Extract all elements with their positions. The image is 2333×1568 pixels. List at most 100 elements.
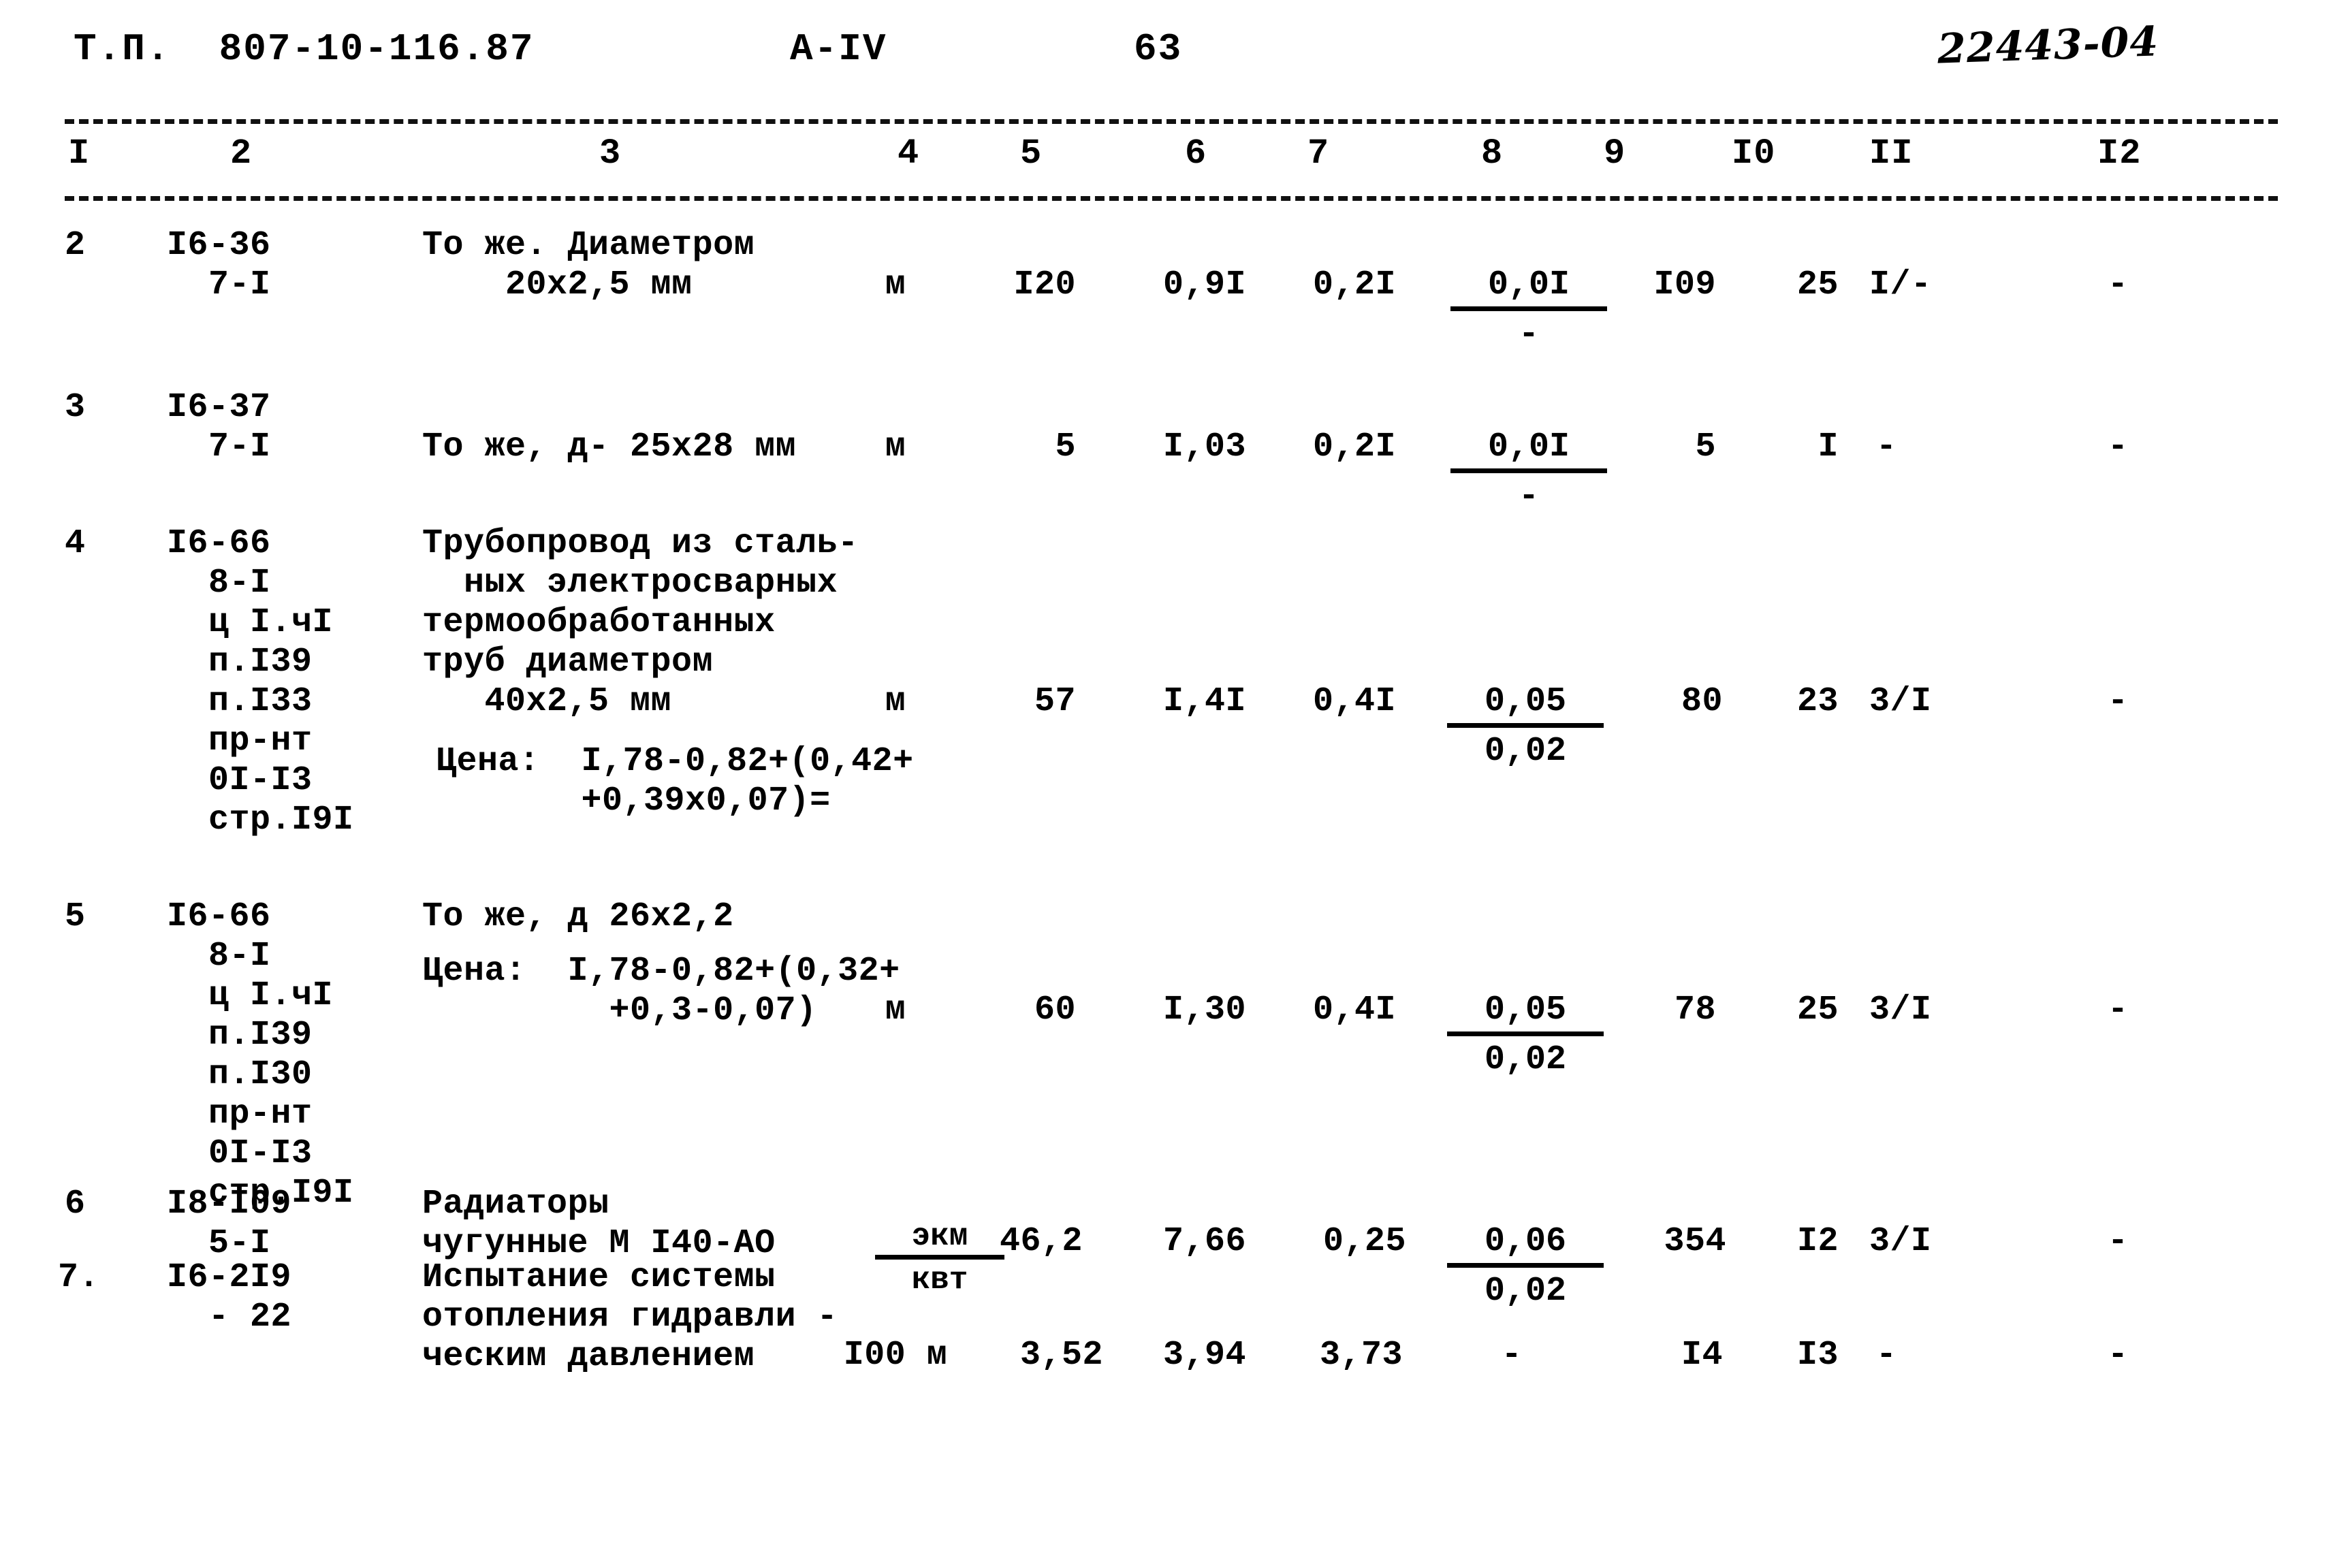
col8-denominator: 0,02 <box>1484 732 1567 771</box>
col9-value: I4 <box>1681 1336 1723 1375</box>
col11-value: 3/I <box>1869 991 1932 1029</box>
norm-code: I6-66 8-I ц I.чI п.I39 п.I33 пр-нт 0I-I3… <box>167 524 354 839</box>
col8-numerator: 0,05 <box>1447 682 1604 728</box>
column-number-10: I0 <box>1732 133 1776 174</box>
col9-value: 354 <box>1664 1222 1726 1261</box>
work-description: То же. Диаметром 20х2,5 мм <box>422 226 755 304</box>
quantity-value: 5 <box>1055 428 1076 466</box>
col12-value: - <box>2108 991 2129 1029</box>
col10-value: 25 <box>1796 991 1839 1029</box>
col7-value: 0,4I <box>1312 682 1396 721</box>
col8-value: - <box>1501 1336 1523 1375</box>
col7-value: 0,4I <box>1312 991 1396 1029</box>
col11-value: - <box>1876 1336 1897 1375</box>
col12-value: - <box>2108 266 2129 304</box>
column-number-8: 8 <box>1481 133 1504 174</box>
col8-fraction: 0,05 0,02 <box>1447 682 1604 771</box>
document-page: Т.П. 807-10-116.87 А-IV 63 22443-04 I 2 … <box>0 0 2333 1568</box>
column-number-11: II <box>1869 133 1914 174</box>
column-number-3: 3 <box>599 133 622 174</box>
quantity-value: 3,52 <box>1019 1336 1103 1375</box>
column-number-6: 6 <box>1185 133 1207 174</box>
work-description: Испытание системы отопления гидравли - ч… <box>422 1258 838 1376</box>
col12-value: - <box>2108 428 2129 466</box>
row-number: 5 <box>65 897 86 936</box>
col8-fraction: 0,0I - <box>1450 428 1607 517</box>
col10-value: 25 <box>1796 266 1839 304</box>
document-part: А-IV <box>790 27 887 71</box>
quantity-value: I20 <box>1013 266 1076 304</box>
col9-value: 5 <box>1695 428 1716 466</box>
col8-denominator: 0,02 <box>1484 1272 1567 1311</box>
row-number: 2 <box>65 226 86 265</box>
col11-value: - <box>1876 428 1897 466</box>
col7-value: 3,73 <box>1319 1336 1403 1375</box>
table-top-rule <box>65 119 2278 124</box>
col12-value: - <box>2108 682 2129 721</box>
table-header-rule <box>65 196 2278 201</box>
norm-code: I6-37 7-I <box>167 388 271 466</box>
col7-value: 0,2I <box>1312 428 1396 466</box>
archive-stamp: 22443-04 <box>1936 18 2160 74</box>
column-number-7: 7 <box>1307 133 1330 174</box>
page-number: 63 <box>1134 27 1183 71</box>
col8-denominator: - <box>1518 315 1539 354</box>
work-description: Радиаторы чугунные М I40-АО <box>422 1185 776 1263</box>
column-number-12: I2 <box>2097 133 2142 174</box>
col8-numerator: 0,05 <box>1447 991 1604 1036</box>
document-code: Т.П. 807-10-116.87 <box>74 27 535 71</box>
unit-of-measure: м <box>885 991 906 1029</box>
unit-of-measure: м <box>885 266 906 304</box>
col6-value: 3,94 <box>1162 1336 1246 1375</box>
col8-denominator: 0,02 <box>1484 1040 1567 1079</box>
column-number-9: 9 <box>1604 133 1626 174</box>
row-number: 3 <box>65 388 86 427</box>
page-header: Т.П. 807-10-116.87 А-IV 63 22443-04 <box>0 18 2333 82</box>
col7-value: 0,25 <box>1322 1222 1406 1261</box>
price-formula: Цена: I,78-0,82+(0,32+ +0,3-0,07) <box>422 952 900 1030</box>
unit-of-measure: м <box>885 428 906 466</box>
col8-denominator: - <box>1518 477 1539 516</box>
col11-value: 3/I <box>1869 1222 1932 1261</box>
col7-value: 0,2I <box>1312 266 1396 304</box>
col11-value: I/- <box>1869 266 1932 304</box>
col10-value: I <box>1818 428 1839 466</box>
col6-value: 0,9I <box>1162 266 1246 304</box>
col8-numerator: 0,06 <box>1447 1222 1604 1268</box>
work-description: То же, д 26х2,2 <box>422 897 734 936</box>
col10-value: I2 <box>1796 1222 1839 1261</box>
price-formula: Цена: I,78-0,82+(0,42+ +0,39х0,07)= <box>436 742 914 820</box>
quantity-value: 46,2 <box>999 1222 1083 1261</box>
work-description: Трубопровод из сталь- ных электросварных… <box>422 524 859 721</box>
col12-value: - <box>2108 1336 2129 1375</box>
col11-value: 3/I <box>1869 682 1932 721</box>
col9-value: 78 <box>1674 991 1716 1029</box>
col6-value: 7,66 <box>1162 1222 1246 1261</box>
column-number-row: I 2 3 4 5 6 7 8 9 I0 II I2 <box>0 133 2333 195</box>
col6-value: I,4I <box>1162 682 1246 721</box>
column-number-4: 4 <box>898 133 920 174</box>
work-description: То же, д- 25х28 мм <box>422 428 797 466</box>
column-number-2: 2 <box>230 133 253 174</box>
row-number: 4 <box>65 524 86 563</box>
col9-value: I09 <box>1653 266 1716 304</box>
unit-denominator: квт <box>911 1262 968 1298</box>
col8-fraction: 0,05 0,02 <box>1447 991 1604 1080</box>
col8-numerator: 0,0I <box>1450 266 1607 311</box>
col6-value: I,03 <box>1162 428 1246 466</box>
unit-of-measure: I00 м <box>843 1336 948 1375</box>
row-number: 6 <box>65 1185 86 1223</box>
col8-fraction: 0,06 0,02 <box>1447 1222 1604 1311</box>
col8-fraction: 0,0I - <box>1450 266 1607 355</box>
col6-value: I,30 <box>1162 991 1246 1029</box>
row-number: 7. <box>58 1258 100 1297</box>
norm-code: I6-66 8-I ц I.чI п.I39 п.I30 пр-нт 0I-I3… <box>167 897 354 1213</box>
quantity-value: 60 <box>1034 991 1076 1029</box>
column-number-1: I <box>68 133 91 174</box>
col8-numerator: 0,0I <box>1450 428 1607 473</box>
column-number-5: 5 <box>1020 133 1043 174</box>
col9-value: 80 <box>1681 682 1723 721</box>
col10-value: I3 <box>1796 1336 1839 1375</box>
col10-value: 23 <box>1796 682 1839 721</box>
norm-code: I6-2I9 - 22 <box>167 1258 292 1337</box>
